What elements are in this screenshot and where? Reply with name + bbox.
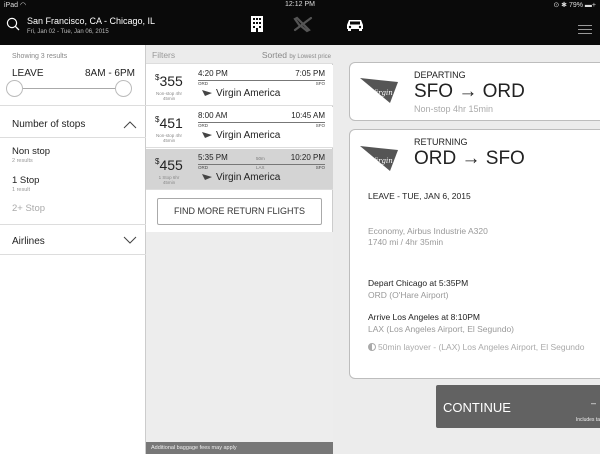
flight-price-subtitle: Non-stop 4hr 45min bbox=[155, 133, 182, 143]
arrival-time: 10:45 AM bbox=[291, 111, 325, 120]
destination-code: SFO bbox=[315, 123, 325, 128]
results-panel: Filters Sorted by Lowest price $355 Non-… bbox=[146, 45, 333, 454]
departure-time: 4:20 PM bbox=[198, 69, 228, 78]
stop-option-count: 2 results bbox=[12, 158, 33, 164]
leave-time-slider-max-handle[interactable] bbox=[115, 80, 132, 97]
departing-route: SFO → ORD bbox=[414, 81, 525, 102]
svg-text:Virgin: Virgin bbox=[371, 157, 393, 165]
flight-price-subtitle: 1 Stop 6hr 45min bbox=[158, 175, 180, 185]
stops-filter-heading[interactable]: Number of stops bbox=[12, 119, 85, 130]
depart-segment: Depart Chicago at 5:35PM bbox=[368, 278, 469, 288]
leave-time-slider-track[interactable] bbox=[15, 88, 129, 89]
chevron-down-icon[interactable] bbox=[123, 236, 137, 245]
virgin-america-logo: Virgin bbox=[360, 146, 398, 171]
departing-label: DEPARTING bbox=[414, 70, 466, 80]
virgin-america-icon bbox=[202, 132, 212, 138]
leave-time-slider-min-handle[interactable] bbox=[6, 80, 23, 97]
airline-name: Virgin America bbox=[216, 130, 281, 141]
departing-info: Non-stop 4hr 15min bbox=[414, 104, 494, 114]
divider bbox=[0, 137, 146, 138]
destination-code: SFO bbox=[315, 165, 325, 170]
find-more-return-flights-button[interactable]: FIND MORE RETURN FLIGHTS bbox=[157, 198, 322, 225]
departing-card[interactable]: Virgin DEPARTING SFO → ORD Non-stop 4hr … bbox=[349, 62, 600, 121]
layover-info: 50min layover - (LAX) Los Angeles Airpor… bbox=[368, 342, 584, 352]
segment-line bbox=[198, 122, 325, 123]
depart-airport: ORD (O'Hare Airport) bbox=[368, 290, 449, 300]
stop-option-one-stop[interactable]: 1 Stop bbox=[12, 175, 39, 186]
chevron-up-icon[interactable] bbox=[123, 120, 137, 129]
itinerary-detail-panel: Virgin DEPARTING SFO → ORD Non-stop 4hr … bbox=[333, 45, 600, 454]
returning-card[interactable]: Virgin RETURNING ORD → SFO LEAVE - TUE, … bbox=[349, 129, 600, 379]
divider bbox=[0, 254, 146, 255]
airline-name: Virgin America bbox=[216, 172, 281, 183]
flight-result-row[interactable]: $355 Non-stop 4hr 45min 4:20 PM 7:05 PM … bbox=[146, 65, 333, 106]
filters-button[interactable]: Filters bbox=[152, 50, 175, 60]
search-icon[interactable] bbox=[6, 17, 20, 31]
continue-label: CONTINUE bbox=[443, 400, 511, 415]
cabin-aircraft: Economy, Airbus Industrie A320 bbox=[368, 226, 488, 236]
returning-label: RETURNING bbox=[414, 137, 468, 147]
includes-taxes-note: Includes ta bbox=[575, 417, 600, 423]
top-bar: iPad ◠ 12:12 PM ⊙ ✱ 79% ▬+ San Francisco… bbox=[0, 0, 600, 45]
airline-name: Virgin America bbox=[216, 88, 281, 99]
leave-time-label: LEAVE bbox=[12, 68, 44, 79]
virgin-america-icon bbox=[202, 174, 212, 180]
hotel-icon[interactable] bbox=[246, 15, 268, 33]
departure-time: 5:35 PM bbox=[198, 153, 228, 162]
destination-code: SFO bbox=[315, 81, 325, 86]
car-icon[interactable] bbox=[344, 15, 366, 33]
sort-control[interactable]: Sorted by Lowest price bbox=[262, 50, 331, 60]
virgin-america-icon bbox=[202, 90, 212, 96]
layover-duration: 50m bbox=[256, 156, 265, 161]
layover-code: LAX bbox=[256, 165, 265, 170]
layover-clock-icon bbox=[368, 343, 376, 351]
results-count: Showing 3 results bbox=[12, 53, 68, 60]
return-leave-date: LEAVE - TUE, JAN 6, 2015 bbox=[368, 191, 471, 201]
trip-route[interactable]: San Francisco, CA - Chicago, IL bbox=[27, 16, 155, 26]
svg-text:Virgin: Virgin bbox=[371, 89, 393, 97]
flight-result-row[interactable]: $451 Non-stop 4hr 45min 8:00 AM 10:45 AM… bbox=[146, 107, 333, 148]
flight-price-subtitle: Non-stop 4hr 45min bbox=[155, 91, 182, 101]
stop-option-two-plus[interactable]: 2+ Stop bbox=[12, 203, 45, 214]
price-mark: – bbox=[590, 398, 596, 408]
flight-price: $455 bbox=[155, 157, 183, 173]
stop-option-nonstop[interactable]: Non stop bbox=[12, 146, 50, 157]
continue-button[interactable]: CONTINUE – Includes ta bbox=[436, 385, 600, 428]
airlines-filter-heading[interactable]: Airlines bbox=[12, 236, 45, 247]
arrival-time: 10:20 PM bbox=[290, 153, 325, 162]
trip-dates[interactable]: Fri, Jan 02 - Tue, Jan 06, 2015 bbox=[27, 29, 109, 35]
divider bbox=[0, 224, 146, 225]
empty-area bbox=[146, 232, 333, 454]
plane-icon[interactable] bbox=[292, 15, 314, 33]
flight-price: $451 bbox=[155, 115, 183, 131]
results-toolbar: Filters Sorted by Lowest price bbox=[146, 45, 333, 64]
virgin-america-logo: Virgin bbox=[360, 78, 398, 103]
menu-icon[interactable] bbox=[578, 25, 592, 35]
arrive-airport: LAX (Los Angeles Airport, El Segundo) bbox=[368, 324, 515, 334]
origin-code: ORD bbox=[198, 123, 208, 128]
arrive-segment: Arrive Los Angeles at 8:10PM bbox=[368, 312, 480, 322]
status-time: 12:12 PM bbox=[285, 1, 315, 8]
status-battery: ⊙ ✱ 79% ▬+ bbox=[553, 2, 596, 9]
origin-code: ORD bbox=[198, 165, 208, 170]
leave-time-range: 8AM - 6PM bbox=[84, 68, 135, 79]
returning-route: ORD → SFO bbox=[414, 148, 525, 169]
segment-line bbox=[198, 80, 325, 81]
departure-time: 8:00 AM bbox=[198, 111, 228, 120]
arrival-time: 7:05 PM bbox=[295, 69, 325, 78]
filter-panel: Showing 3 results LEAVE 8AM - 6PM Number… bbox=[0, 45, 146, 454]
stop-option-count: 1 result bbox=[12, 187, 31, 193]
baggage-note: Additional baggage fees may apply bbox=[146, 442, 333, 454]
origin-code: ORD bbox=[198, 81, 208, 86]
distance-duration: 1740 mi / 4hr 35min bbox=[368, 237, 444, 247]
flight-price: $355 bbox=[155, 73, 183, 89]
divider bbox=[0, 105, 146, 106]
flight-result-row-selected[interactable]: $455 1 Stop 6hr 45min 5:35 PM 10:20 PM 5… bbox=[146, 149, 333, 190]
